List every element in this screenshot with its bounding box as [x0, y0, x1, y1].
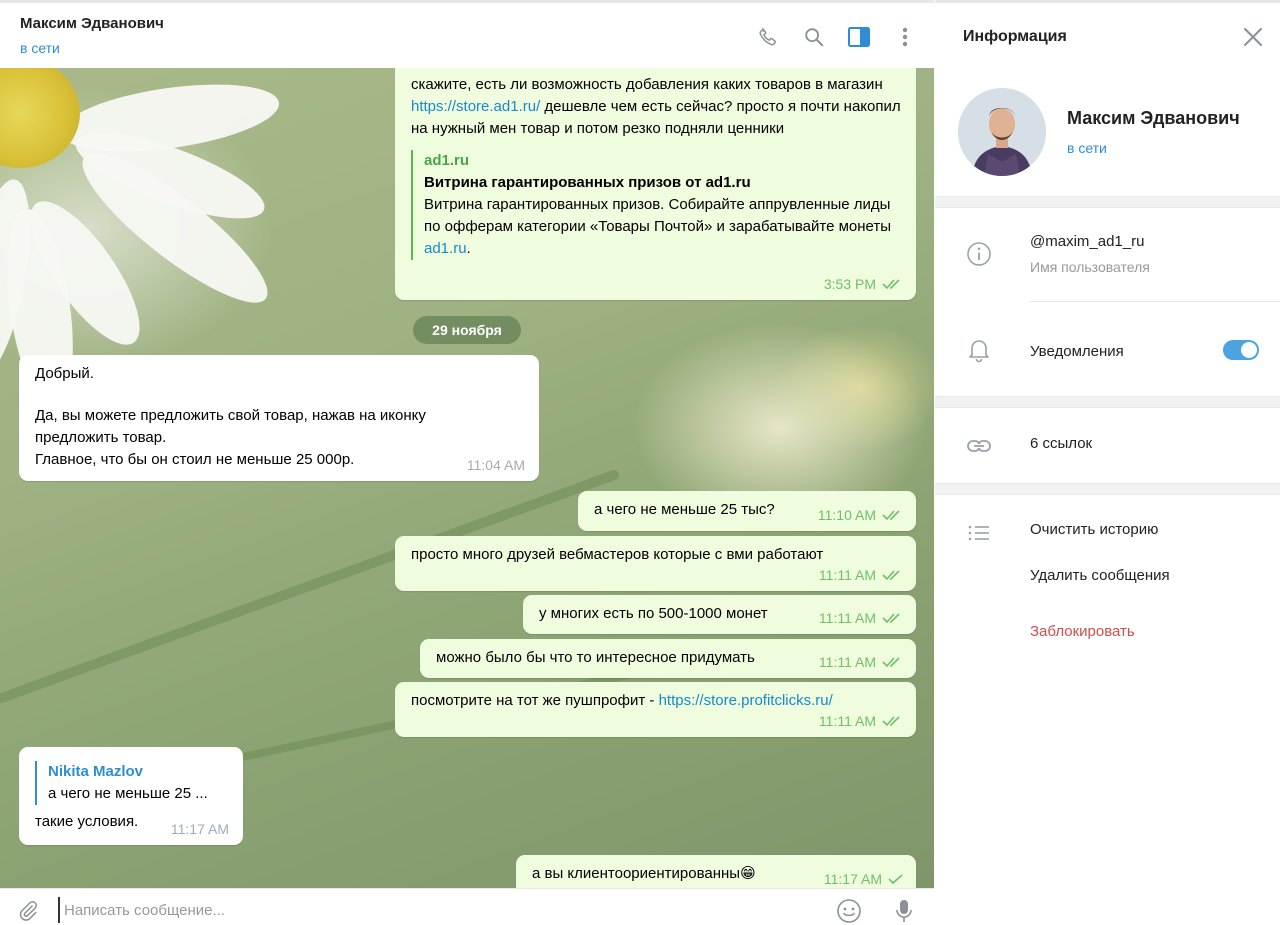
profile-status: в сети	[1067, 140, 1107, 156]
message-outgoing[interactable]: скажите, есть ли возможность добавления …	[395, 68, 916, 300]
message-meta: 11:11 AM	[819, 607, 904, 629]
emoji: 😁	[740, 865, 756, 882]
clear-history-button[interactable]: Очистить историю	[1030, 521, 1158, 538]
info-icon	[965, 240, 993, 268]
double-check-icon	[882, 716, 900, 727]
attach-icon[interactable]	[14, 897, 42, 925]
message-outgoing[interactable]: можно было бы что то интересное придумат…	[420, 639, 916, 678]
username-row[interactable]: @maxim_ad1_ru Имя пользователя	[935, 208, 1280, 314]
preview-title: Витрина гарантированных призов от ad1.ru	[424, 174, 751, 191]
message-text: Главное, что бы он стоил не меньше 25 00…	[35, 451, 355, 468]
preview-site: ad1.ru	[424, 152, 470, 169]
bell-icon	[965, 336, 993, 364]
message-link[interactable]: https://store.ad1.ru/	[411, 98, 540, 115]
message-incoming[interactable]: Добрый. Да, вы можете предложить свой то…	[19, 355, 539, 481]
chat-title[interactable]: Максим Эдванович	[20, 15, 164, 32]
message-meta: 11:04 AM	[467, 454, 525, 476]
message-meta: 11:17 AM	[824, 868, 904, 890]
more-vertical-icon[interactable]	[892, 24, 918, 50]
message-outgoing[interactable]: просто много друзей вебмастеров которые …	[395, 536, 916, 591]
phone-icon[interactable]	[755, 24, 781, 50]
message-meta: 11:10 AM	[818, 504, 904, 526]
message-meta: 3:53 PM	[824, 273, 904, 295]
message-time: 11:11 AM	[818, 610, 876, 626]
notifications-label: Уведомления	[1030, 343, 1124, 360]
message-text: просто много друзей вебмастеров которые …	[411, 546, 824, 563]
links-count: 6 ссылок	[1030, 435, 1093, 452]
message-outgoing[interactable]: у многих есть по 500-1000 монет 11:11 AM	[523, 595, 916, 634]
section-divider	[935, 396, 1280, 408]
message-time: 11:11 AM	[818, 654, 876, 670]
block-button[interactable]: Заблокировать	[1030, 623, 1135, 640]
info-title: Информация	[963, 28, 1067, 45]
actions-section: Очистить историю Удалить сообщения Забло…	[935, 495, 1280, 675]
search-icon[interactable]	[801, 24, 827, 50]
message-time: 11:17 AM	[823, 871, 882, 887]
message-meta: 11:11 AM	[819, 651, 904, 673]
message-composer	[0, 888, 934, 925]
message-text: посмотрите на тот же пушпрофит - https:/…	[411, 692, 833, 709]
info-header: Информация	[935, 0, 1280, 72]
message-outgoing[interactable]: посмотрите на тот же пушпрофит - https:/…	[395, 682, 916, 737]
message-time: 3:53 PM	[823, 276, 876, 292]
message-time: 11:11 AM	[818, 713, 876, 729]
list-icon	[965, 519, 993, 547]
message-meta: 11:11 AM	[819, 710, 904, 732]
message-incoming[interactable]: Nikita Mazlov а чего не меньше 25 ... та…	[19, 747, 243, 845]
message-time: 11:11 AM	[818, 567, 876, 583]
double-check-icon	[882, 657, 900, 668]
message-time: 11:17 AM	[170, 821, 229, 837]
section-divider	[935, 196, 1280, 208]
sidebar-toggle-icon[interactable]	[846, 24, 872, 50]
message-text: Добрый.	[35, 365, 94, 382]
reply-author: Nikita Mazlov	[48, 763, 144, 780]
microphone-icon[interactable]	[890, 897, 918, 925]
section-divider	[935, 483, 1280, 495]
close-icon[interactable]	[1242, 26, 1266, 50]
message-text: скажите, есть ли возможность добавления …	[411, 76, 901, 137]
reply-quote[interactable]: Nikita Mazlov а чего не меньше 25 ...	[35, 761, 228, 805]
single-check-icon	[888, 874, 903, 885]
chat-panel: Максим Эдванович в сети скажите, есть ли…	[0, 0, 934, 925]
chat-status: в сети	[20, 40, 60, 56]
notifications-row[interactable]: Уведомления	[935, 314, 1280, 396]
message-input[interactable]	[58, 897, 818, 923]
info-panel: Информация Максим Эдванович в сети @maxi…	[935, 0, 1280, 925]
double-check-icon	[882, 613, 900, 624]
link-icon	[965, 432, 993, 460]
message-time: 11:10 AM	[817, 507, 876, 523]
double-check-icon	[882, 279, 900, 290]
message-text: Да, вы можете предложить свой товар, наж…	[35, 407, 426, 446]
username-label: Имя пользователя	[1030, 259, 1150, 275]
preview-description: Витрина гарантированных призов. Собирайт…	[424, 196, 892, 257]
profile-card: Максим Эдванович в сети	[935, 72, 1280, 196]
delete-messages-button[interactable]: Удалить сообщения	[1030, 567, 1170, 584]
row-divider	[1030, 301, 1280, 302]
username-value: @maxim_ad1_ru	[1030, 233, 1145, 250]
double-check-icon	[882, 510, 900, 521]
message-link[interactable]: https://store.profitclicks.ru/	[659, 692, 833, 709]
date-separator: 29 ноября	[413, 316, 521, 344]
message-meta: 11:17 AM	[171, 818, 229, 840]
avatar[interactable]	[958, 88, 1046, 176]
message-time: 11:04 AM	[466, 457, 525, 473]
emoji-icon[interactable]	[835, 897, 863, 925]
links-row[interactable]: 6 ссылок	[935, 408, 1280, 483]
message-meta: 11:11 AM	[819, 564, 904, 586]
reply-text: а чего не меньше 25 ...	[48, 785, 208, 802]
double-check-icon	[882, 570, 900, 581]
link-preview[interactable]: ad1.ru Витрина гарантированных призов от…	[411, 150, 901, 260]
chat-header: Максим Эдванович в сети	[0, 0, 934, 68]
notifications-toggle[interactable]	[1223, 340, 1259, 360]
message-outgoing[interactable]: а чего не меньше 25 тыс? 11:10 AM	[578, 491, 916, 531]
profile-name: Максим Эдванович	[1067, 108, 1240, 128]
